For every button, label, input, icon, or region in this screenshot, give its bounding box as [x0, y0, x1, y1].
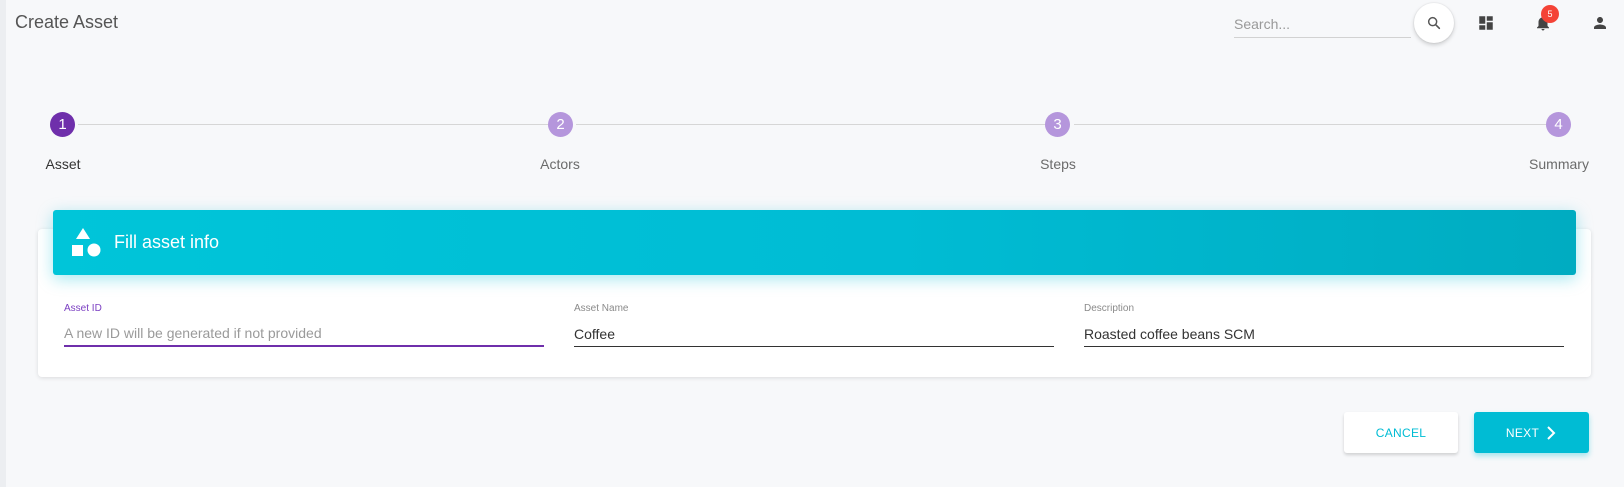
- asset-id-label: Asset ID: [64, 303, 102, 314]
- sidebar-edge: [0, 0, 6, 487]
- step-4-indicator[interactable]: 4: [1546, 112, 1571, 137]
- asset-id-field: Asset ID: [64, 303, 544, 347]
- category-shapes-icon: [72, 227, 101, 256]
- asset-id-input[interactable]: [64, 321, 544, 347]
- description-label: Description: [1084, 303, 1135, 314]
- card-title: Fill asset info: [114, 232, 220, 252]
- description-input[interactable]: [1084, 321, 1564, 347]
- step-2-indicator[interactable]: 2: [548, 112, 573, 137]
- notification-badge: 5: [1541, 5, 1559, 23]
- card-header: Fill asset info: [53, 210, 1576, 275]
- search-icon: [1427, 16, 1441, 30]
- asset-name-input[interactable]: [574, 321, 1054, 347]
- search-button[interactable]: [1414, 3, 1454, 43]
- next-button-label: NEXT: [1505, 425, 1540, 440]
- description-field: Description: [1084, 303, 1564, 347]
- person-icon: [1594, 17, 1606, 29]
- cancel-button[interactable]: CANCEL: [1344, 412, 1458, 453]
- next-button[interactable]: NEXT: [1474, 412, 1589, 453]
- asset-name-field: Asset Name: [574, 303, 1054, 347]
- step-connector: [576, 124, 1046, 125]
- step-2-label: Actors: [540, 156, 580, 172]
- search-input[interactable]: [1234, 10, 1411, 38]
- step-connector: [1074, 124, 1546, 125]
- dashboard-button[interactable]: [1473, 10, 1499, 36]
- step-1-label: Asset: [45, 156, 81, 172]
- cancel-button-label: CANCEL: [1375, 425, 1427, 440]
- dashboard-icon: [1479, 16, 1493, 30]
- create-asset-page: Create Asset 5 1 2 3 4 Asset Actors Ste: [0, 0, 1624, 487]
- step-connector: [78, 124, 548, 125]
- step-1-indicator[interactable]: 1: [50, 112, 75, 137]
- chevron-right-icon: [1547, 425, 1556, 440]
- page-title: Create Asset: [15, 12, 119, 32]
- step-3-label: Steps: [1040, 156, 1076, 172]
- account-button[interactable]: [1587, 10, 1613, 36]
- step-3-indicator[interactable]: 3: [1045, 112, 1070, 137]
- asset-name-label: Asset Name: [574, 303, 629, 314]
- step-4-label: Summary: [1529, 156, 1589, 172]
